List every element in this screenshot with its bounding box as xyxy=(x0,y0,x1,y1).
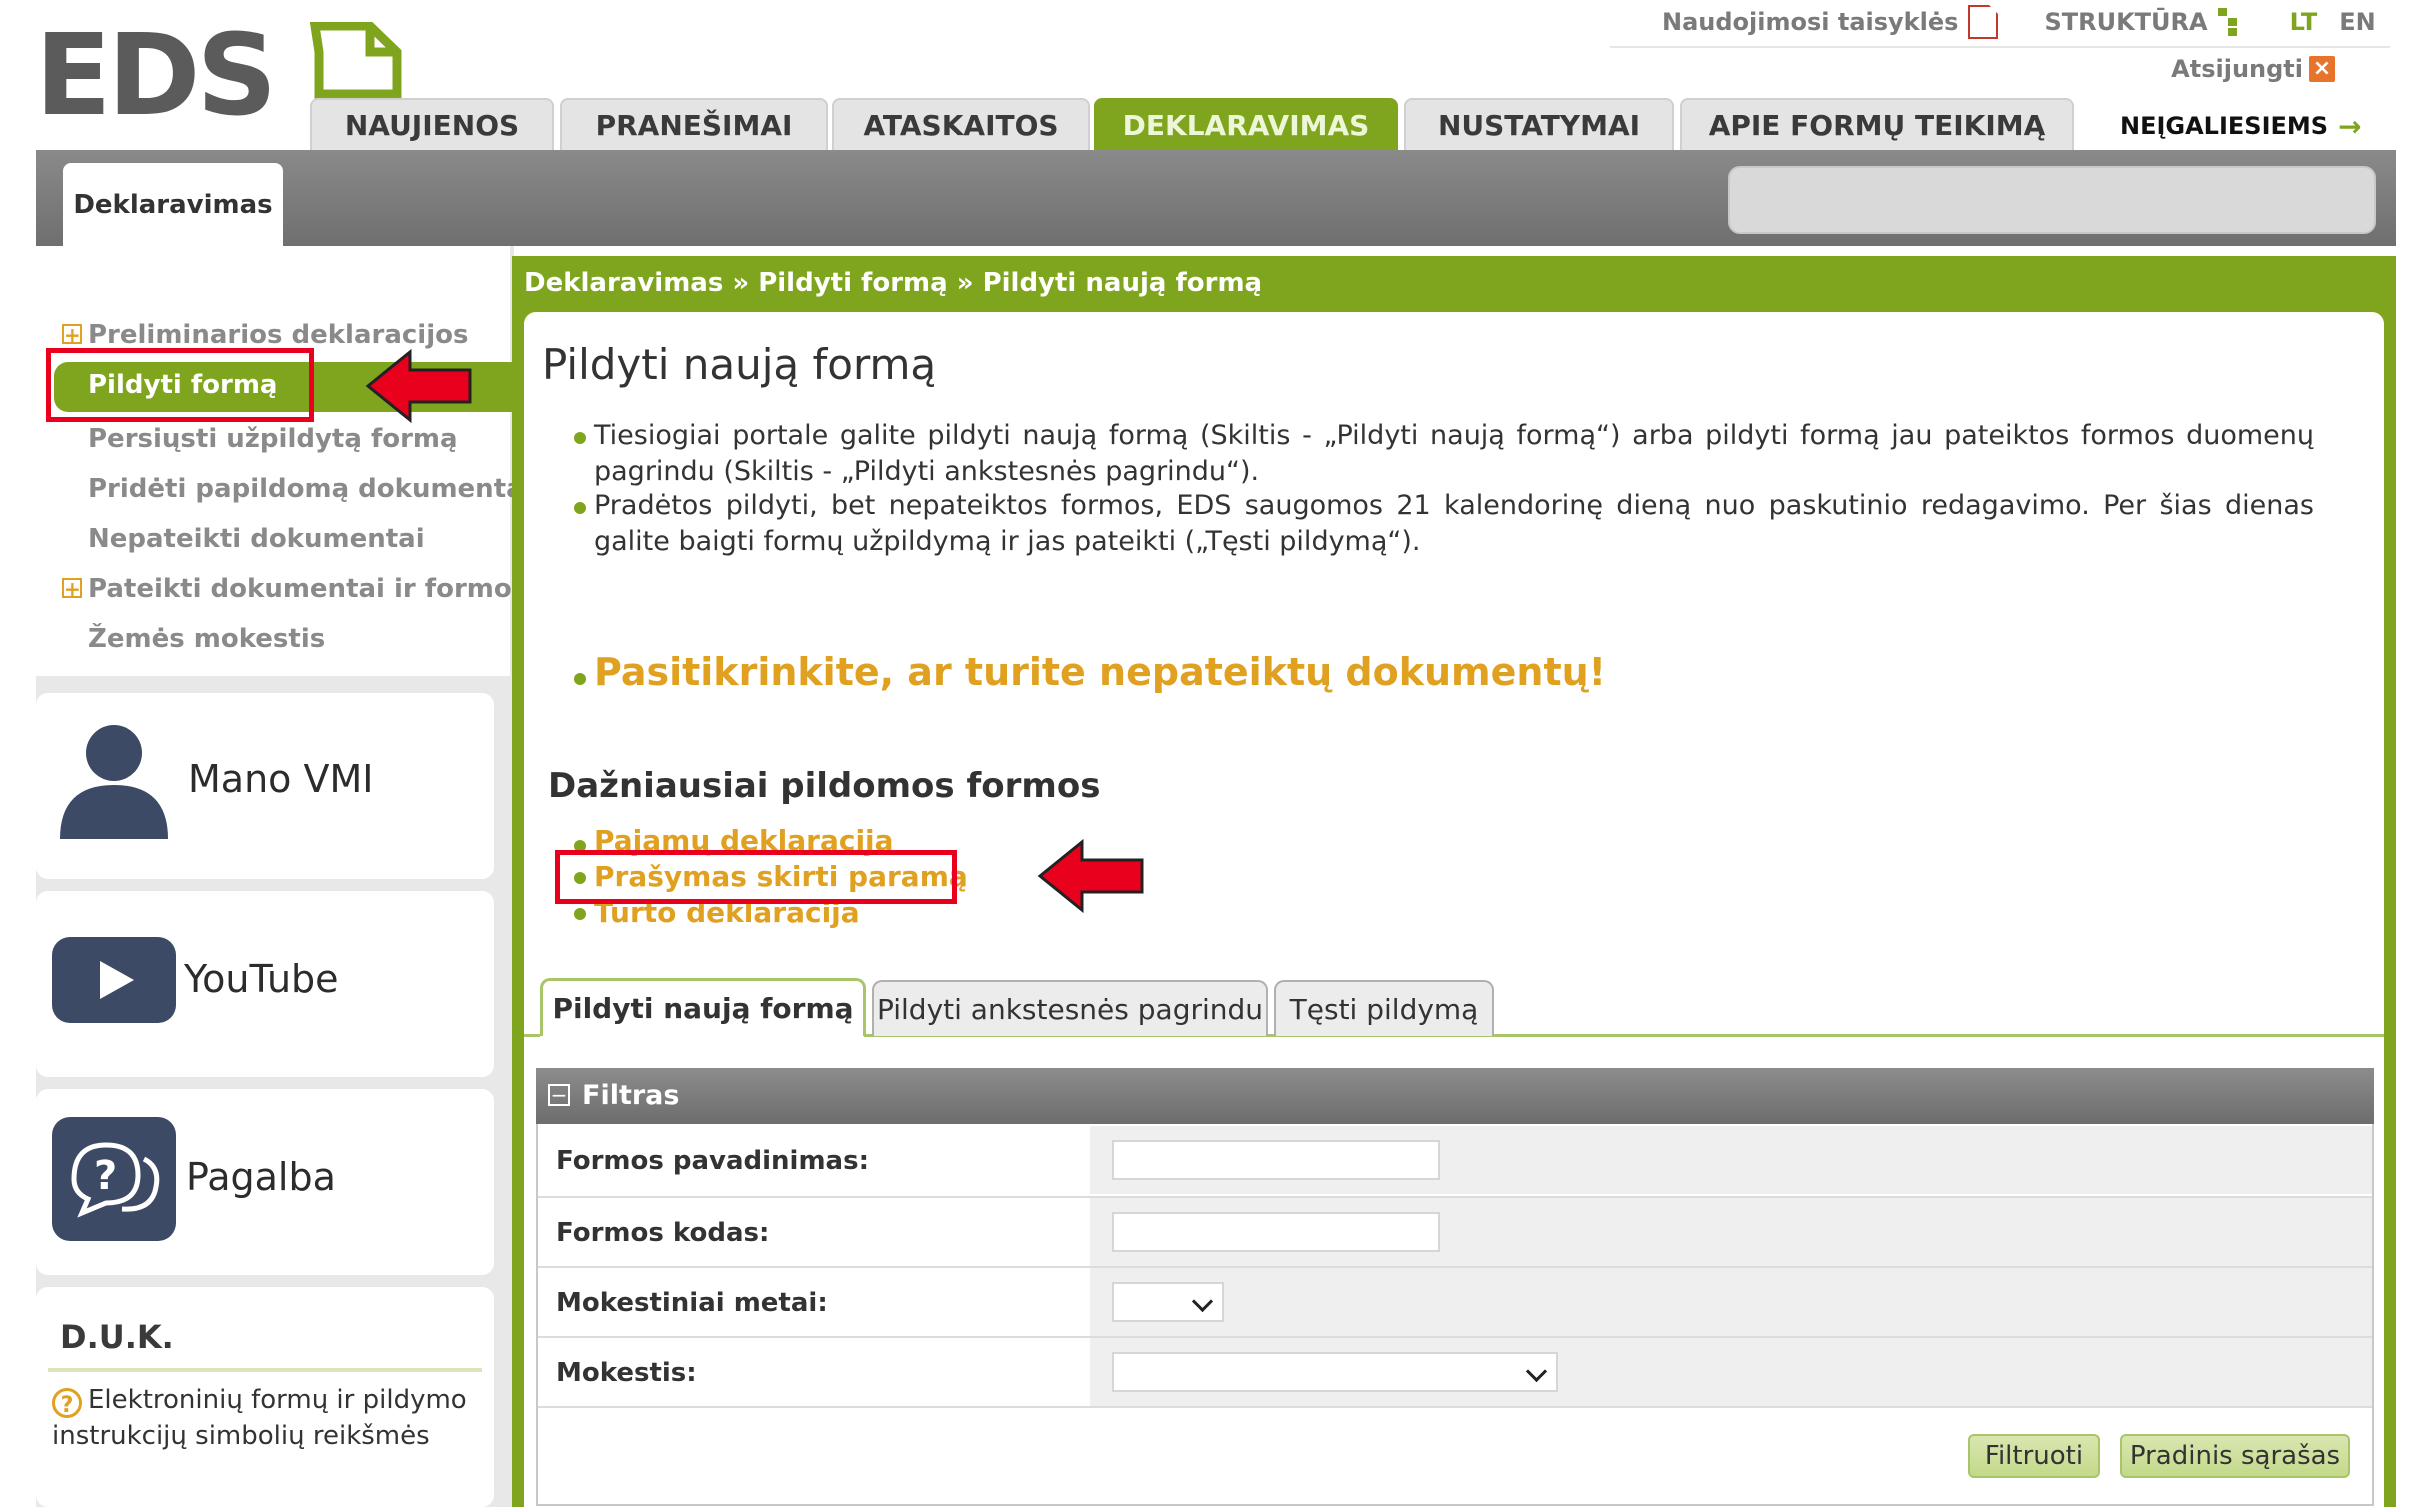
collapse-minus-icon[interactable]: − xyxy=(548,1084,570,1106)
faq-divider xyxy=(48,1368,482,1372)
sidebar-menu xyxy=(36,246,510,676)
nav-tab-naujienos[interactable]: NAUJIENOS xyxy=(310,98,554,150)
annotation-highlight-box xyxy=(555,850,957,904)
annotation-arrow-icon xyxy=(1037,838,1144,914)
filter-label-cell: Formos kodas: xyxy=(538,1198,1088,1266)
card-mano-vmi[interactable]: Mano VMI xyxy=(36,693,494,879)
youtube-play-icon xyxy=(52,937,176,1023)
card-pagalba[interactable]: ? Pagalba xyxy=(36,1089,494,1275)
faq-link-label: Elektroninių formų ir pildymo instrukcij… xyxy=(52,1385,467,1451)
sidebar-item-preliminarios[interactable]: + Preliminarios deklaracijos xyxy=(62,320,469,350)
reset-list-button[interactable]: Pradinis sąrašas xyxy=(2120,1434,2350,1478)
breadcrumb: Deklaravimas » Pildyti formą » Pildyti n… xyxy=(524,268,1263,298)
lang-en-link[interactable]: EN xyxy=(2339,8,2375,36)
filter-title: Filtras xyxy=(582,1080,680,1111)
expand-plus-icon[interactable]: + xyxy=(62,578,82,599)
filter-label-cell: Mokestis: xyxy=(538,1338,1088,1406)
info-paragraph-1: Tiesiogiai portale galite pildyti naują … xyxy=(594,420,2314,487)
filter-input-cell xyxy=(1090,1338,2372,1406)
bullet-icon xyxy=(574,432,586,444)
nav-tab-apie-formu-teikima[interactable]: APIE FORMŲ TEIKIMĄ xyxy=(1680,98,2074,150)
tab-testi-pildyma[interactable]: Tęsti pildymą xyxy=(1274,980,1494,1036)
tax-year-label: Mokestiniai metai: xyxy=(556,1288,828,1318)
card-label: Pagalba xyxy=(186,1155,336,1199)
structure-link[interactable]: STRUKTŪRA xyxy=(2044,8,2237,36)
unsubmitted-docs-link[interactable]: Pasitikrinkite, ar turite nepateiktų dok… xyxy=(594,650,1606,694)
bullet-icon xyxy=(574,673,586,685)
filter-input-cell xyxy=(1090,1268,2372,1336)
form-name-label: Formos pavadinimas: xyxy=(556,1146,869,1176)
faq-link[interactable]: ? Elektroninių formų ir pildymo instrukci… xyxy=(52,1382,482,1454)
card-label: YouTube xyxy=(184,957,339,1001)
row-divider xyxy=(538,1406,2372,1408)
close-icon: × xyxy=(2309,56,2335,82)
sidebar-item-persiusti[interactable]: Persiųsti užpildytą formą xyxy=(88,424,458,454)
sidebar-item-zemes-mokestis[interactable]: Žemės mokestis xyxy=(88,624,325,654)
structure-link-label: STRUKTŪRA xyxy=(2044,8,2208,36)
filter-row-form-name: Formos pavadinimas: xyxy=(538,1126,2372,1194)
nav-tab-pranesimai[interactable]: PRANEŠIMAI xyxy=(560,98,828,150)
logout-label: Atsijungti xyxy=(2171,55,2303,83)
top-divider xyxy=(1610,46,2390,48)
nav-tab-deklaravimas[interactable]: DEKLARAVIMAS xyxy=(1094,98,1398,150)
rules-link-label: Naudojimosi taisyklės xyxy=(1662,8,1959,36)
sidebar-item-nepateikti[interactable]: Nepateikti dokumentai xyxy=(88,524,425,554)
annotation-highlight-box xyxy=(46,348,314,422)
form-name-input[interactable] xyxy=(1112,1140,1440,1180)
chevron-down-icon xyxy=(1525,1360,1548,1383)
tab-baseline xyxy=(524,1034,540,1037)
card-youtube[interactable]: YouTube xyxy=(36,891,494,1077)
filter-label-cell: Formos pavadinimas: xyxy=(538,1126,1088,1194)
rules-link[interactable]: Naudojimosi taisyklės xyxy=(1662,5,1999,39)
arrow-right-icon: → xyxy=(2338,109,2362,143)
filter-row-form-code: Formos kodas: xyxy=(538,1198,2372,1266)
filter-header[interactable] xyxy=(536,1068,2374,1124)
accessibility-link[interactable]: NEĮGALIESIEMS → xyxy=(2120,104,2362,148)
help-chat-icon: ? xyxy=(52,1117,176,1241)
chevron-down-icon xyxy=(1191,1290,1214,1313)
bullet-icon xyxy=(574,502,586,514)
user-icon xyxy=(60,725,168,839)
filter-button[interactable]: Filtruoti xyxy=(1968,1434,2100,1478)
tab-pildyti-nauja[interactable]: Pildyti naują formą xyxy=(540,978,866,1036)
nav-tab-ataskaitos[interactable]: ATASKAITOS xyxy=(832,98,1090,150)
page-title: Pildyti naują formą xyxy=(542,340,937,389)
svg-text:?: ? xyxy=(94,1153,117,1199)
sitemap-icon xyxy=(2217,8,2238,36)
filter-row-tax: Mokestis: xyxy=(538,1338,2372,1406)
logout-link[interactable]: Atsijungti × xyxy=(2171,55,2335,83)
bullet-icon xyxy=(574,908,586,920)
nav-tab-nustatymai[interactable]: NUSTATYMAI xyxy=(1404,98,1674,150)
tab-pildyti-ankstesnes[interactable]: Pildyti ankstesnės pagrindu xyxy=(872,980,1268,1036)
accessibility-label: NEĮGALIESIEMS xyxy=(2120,112,2329,140)
logo-text: EDS xyxy=(35,22,273,122)
card-label: Mano VMI xyxy=(188,757,374,801)
filter-label-cell: Mokestiniai metai: xyxy=(538,1268,1088,1336)
annotation-arrow-icon xyxy=(365,348,472,424)
sidebar-item-prideti[interactable]: Pridėti papildomą dokumentą xyxy=(88,474,524,504)
faq-title: D.U.K. xyxy=(60,1318,174,1356)
tax-year-select[interactable] xyxy=(1112,1282,1224,1322)
pdf-icon xyxy=(1968,5,1999,39)
lang-lt-link[interactable]: LT xyxy=(2290,8,2318,36)
sidebar-item-pateikti[interactable]: + Pateikti dokumentai ir formos xyxy=(62,574,528,604)
frequent-forms-title: Dažniausiai pildomos formos xyxy=(548,766,1101,806)
sidebar-item-label: Preliminarios deklaracijos xyxy=(88,320,469,350)
form-code-input[interactable] xyxy=(1112,1212,1440,1252)
header-search-box[interactable] xyxy=(1728,166,2376,234)
subtab-deklaravimas[interactable]: Deklaravimas xyxy=(63,163,283,246)
tax-select[interactable] xyxy=(1112,1352,1558,1392)
tax-label: Mokestis: xyxy=(556,1358,697,1388)
info-paragraph-2: Pradėtos pildyti, bet nepateiktos formos… xyxy=(594,490,2314,557)
expand-plus-icon[interactable]: + xyxy=(62,324,82,345)
sidebar-item-label: Pateikti dokumentai ir formos xyxy=(88,574,528,604)
filter-row-tax-year: Mokestiniai metai: xyxy=(538,1268,2372,1336)
filter-input-cell xyxy=(1090,1198,2372,1266)
top-utility-nav: Naudojimosi taisyklės STRUKTŪRA LT EN xyxy=(1662,2,2376,42)
question-icon: ? xyxy=(52,1388,82,1418)
form-code-label: Formos kodas: xyxy=(556,1218,770,1248)
filter-input-cell xyxy=(1090,1126,2372,1194)
